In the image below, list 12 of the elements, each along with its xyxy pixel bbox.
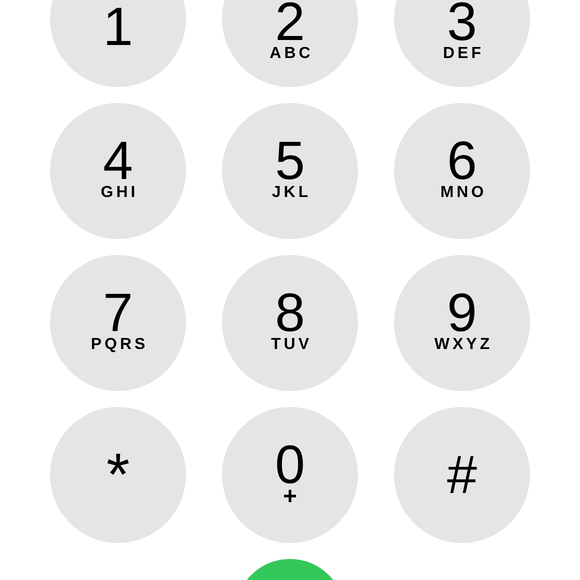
dial-key[interactable]: 7 PQRS [50, 255, 186, 391]
dial-key[interactable]: 4GHI [50, 103, 186, 239]
dial-key[interactable]: 1 [50, 0, 186, 87]
dial-key[interactable]: 5 JKL [222, 103, 358, 239]
dial-key[interactable]: 0+ [222, 407, 358, 543]
dial-key[interactable]: * [50, 407, 186, 543]
dial-key[interactable]: 9 WXYZ [394, 255, 530, 391]
dial-key[interactable]: # [394, 407, 530, 543]
dial-key[interactable]: 3 DEF [394, 0, 530, 87]
dial-key[interactable]: 8 TUV [222, 255, 358, 391]
dial-key[interactable]: 2 ABC [222, 0, 358, 87]
dial-key[interactable]: 6 MNO [394, 103, 530, 239]
